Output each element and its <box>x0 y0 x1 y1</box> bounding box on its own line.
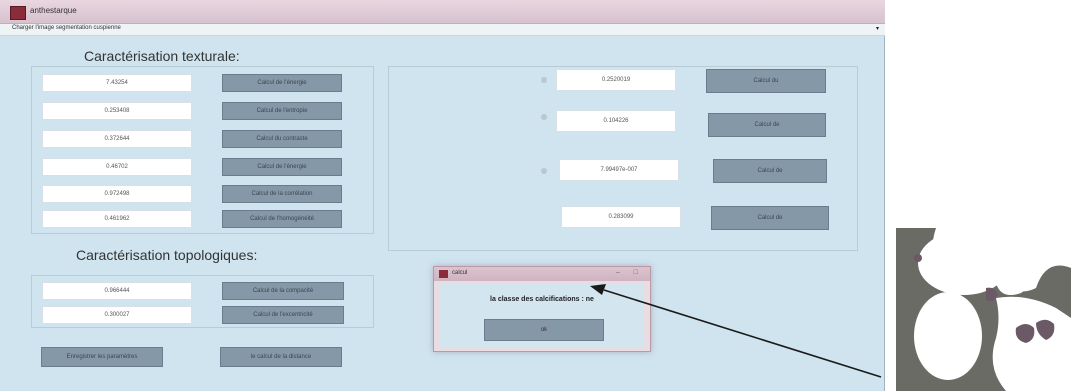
dialog-titlebar: calcul – □ <box>434 267 650 281</box>
energy-value[interactable]: 7.43254 <box>42 74 192 92</box>
eccentricity-button[interactable]: Calcul de l'excentricité <box>222 306 344 324</box>
save-parameters-button[interactable]: Enregistrer les paramètres <box>41 347 163 367</box>
energy2-button[interactable]: Calcul de l'énergie <box>222 158 342 176</box>
contrast-value[interactable]: 0.372644 <box>42 130 192 148</box>
eccentricity-value[interactable]: 0.300027 <box>42 306 192 324</box>
radio-2[interactable] <box>541 114 547 120</box>
entropy-value[interactable]: 0.253408 <box>42 102 192 120</box>
contrast-button[interactable]: Calcul du contraste <box>222 130 342 148</box>
menu-chevron-icon: ▾ <box>875 26 879 32</box>
right-value-1[interactable]: 0.2520019 <box>556 69 676 91</box>
main-window: anthestarque Charger l'image segmentatio… <box>0 0 885 391</box>
compactness-value[interactable]: 0.966444 <box>42 282 192 300</box>
right-value-4[interactable]: 0.283099 <box>561 206 681 228</box>
dialog-message: la classe des calcifications : ne <box>440 296 644 303</box>
energy-button[interactable]: Calcul de l'énergie <box>222 74 342 92</box>
textural-panel: 7.43254 Calcul de l'énergie 0.253408 Cal… <box>31 66 374 234</box>
dialog-app-icon <box>439 270 448 278</box>
compactness-button[interactable]: Calcul de la compacité <box>222 282 344 300</box>
topological-title: Caractérisation topologiques: <box>76 247 258 263</box>
radio-1[interactable] <box>541 77 547 83</box>
correlation-button[interactable]: Calcul de la corrélation <box>222 185 342 203</box>
dialog-message-text: la classe des calcifications : <box>490 296 584 303</box>
textural-title: Caractérisation texturale: <box>84 48 240 64</box>
dialog-body: la classe des calcifications : ne ok <box>440 283 644 347</box>
homogeneity-button[interactable]: Calcul de l'homogénéité <box>222 210 342 228</box>
dialog-message-end: ne <box>585 296 594 303</box>
correlation-value[interactable]: 0.972498 <box>42 185 192 203</box>
menu-bar: Charger l'image segmentation cuspienne ▾ <box>0 24 885 36</box>
entropy-button[interactable]: Calcul de l'entropie <box>222 102 342 120</box>
right-button-3[interactable]: Calcul de <box>713 159 827 183</box>
title-bar: anthestarque <box>0 0 885 24</box>
radio-3[interactable] <box>541 168 547 174</box>
topological-panel: 0.966444 Calcul de la compacité 0.300027… <box>31 275 374 328</box>
right-panel: 0.2520019 Calcul du 0.104226 Calcul de 7… <box>388 66 858 251</box>
result-dialog: calcul – □ la classe des calcifications … <box>433 266 651 352</box>
homogeneity-value[interactable]: 0.461962 <box>42 210 192 228</box>
segmented-image-thumbnail <box>896 228 1071 391</box>
thumbnail-graphic <box>896 228 1071 391</box>
right-value-3[interactable]: 7.99497e-007 <box>559 159 679 181</box>
window-title: anthestarque <box>30 6 77 15</box>
dialog-title: calcul <box>452 270 468 276</box>
right-button-1[interactable]: Calcul du <box>706 69 826 93</box>
right-button-2[interactable]: Calcul de <box>708 113 826 137</box>
menu-items[interactable]: Charger l'image segmentation cuspienne <box>12 25 121 31</box>
right-value-2[interactable]: 0.104226 <box>556 110 676 132</box>
ok-button[interactable]: ok <box>484 319 604 341</box>
right-button-4[interactable]: Calcul de <box>711 206 829 230</box>
app-icon <box>10 6 26 20</box>
window-controls-icon[interactable]: – □ <box>616 269 644 276</box>
energy2-value[interactable]: 0.46702 <box>42 158 192 176</box>
distance-button[interactable]: le calcul de la distance <box>220 347 342 367</box>
